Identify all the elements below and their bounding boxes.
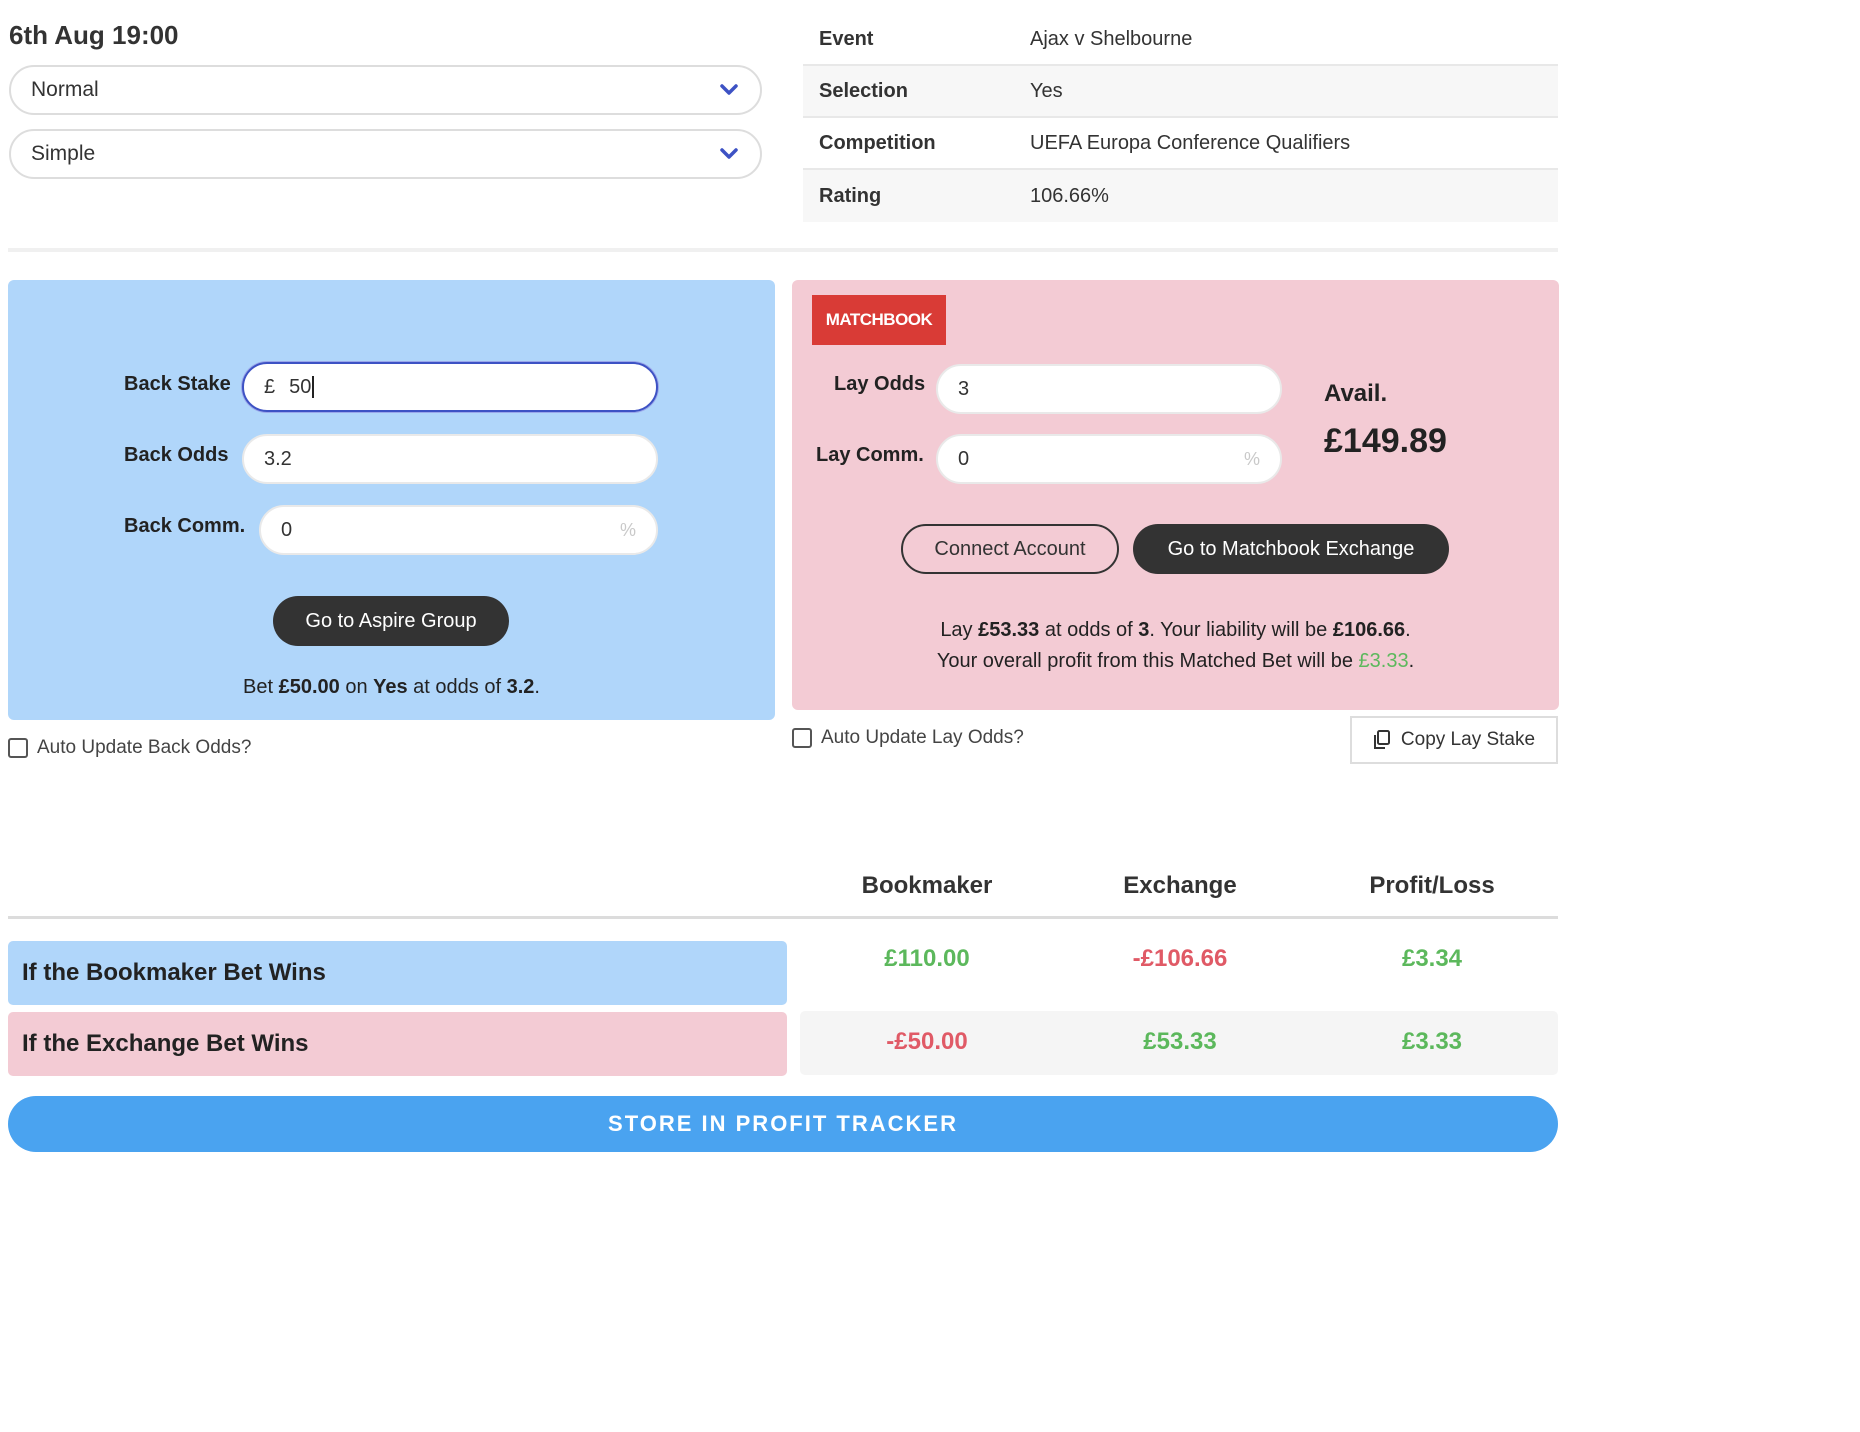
info-value: UEFA Europa Conference Qualifiers: [1030, 131, 1351, 154]
info-value: Ajax v Shelbourne: [1030, 27, 1193, 50]
percent-symbol: %: [619, 519, 636, 540]
section-divider: [8, 248, 1558, 252]
info-value: Yes: [1030, 79, 1063, 102]
event-info-table: Event Ajax v Shelbourne Selection Yes Co…: [803, 14, 1558, 222]
mode-select[interactable]: Normal: [9, 65, 762, 115]
lay-summary-line-1: Lay £53.33 at odds of 3. Your liability …: [792, 615, 1559, 646]
store-in-profit-tracker-button[interactable]: STORE IN PROFIT TRACKER: [8, 1096, 1558, 1152]
auto-update-back-label: Auto Update Back Odds?: [37, 737, 252, 758]
available-label: Avail.: [1324, 380, 1388, 407]
back-stake-input[interactable]: £ 50: [242, 362, 658, 412]
auto-update-lay-label: Auto Update Lay Odds?: [821, 727, 1024, 748]
info-row-rating: Rating 106.66%: [803, 170, 1558, 222]
result-profit-value: £3.34: [1401, 945, 1463, 972]
copy-lay-stake-label: Copy Lay Stake: [1400, 729, 1536, 750]
results-header-bookmaker: Bookmaker: [861, 872, 993, 899]
lay-bet-summary: Lay £53.33 at odds of 3. Your liability …: [792, 615, 1559, 677]
summary-text: .: [534, 676, 540, 698]
summary-text: Bet: [243, 676, 279, 698]
back-comm-input[interactable]: 0 %: [259, 505, 658, 555]
chevron-down-icon: [718, 143, 740, 165]
currency-symbol: £: [264, 375, 276, 398]
result-profit-value: £3.33: [1401, 1028, 1463, 1055]
go-to-bookmaker-button[interactable]: Go to Aspire Group: [273, 596, 509, 646]
summary-selection: Yes: [373, 676, 408, 698]
info-label: Event: [819, 27, 874, 50]
info-value: 106.66%: [1030, 184, 1109, 207]
back-stake-label: Back Stake: [124, 373, 231, 395]
back-stake-value: 50: [289, 375, 312, 398]
summary-profit: £3.33: [1358, 650, 1409, 672]
info-label: Rating: [819, 184, 882, 207]
type-select-value: Simple: [31, 142, 96, 165]
info-label: Selection: [819, 79, 908, 102]
summary-text: at odds of: [1039, 619, 1139, 641]
result-row-exchange-wins: If the Exchange Bet Wins: [8, 1012, 787, 1076]
auto-update-back-odds[interactable]: Auto Update Back Odds?: [8, 737, 251, 759]
lay-summary-line-2: Your overall profit from this Matched Be…: [792, 646, 1559, 677]
lay-odds-label: Lay Odds: [834, 373, 926, 395]
type-select[interactable]: Simple: [9, 129, 762, 179]
summary-text: at odds of: [407, 676, 507, 698]
available-liquidity: £149.89: [1324, 422, 1447, 460]
back-odds-input[interactable]: 3.2: [242, 434, 658, 484]
results-header-exchange: Exchange: [1123, 872, 1237, 899]
result-exchange-value: £53.33: [1143, 1028, 1217, 1055]
back-odds-value: 3.2: [264, 447, 292, 470]
info-row-event: Event Ajax v Shelbourne: [803, 14, 1558, 66]
matchbook-logo: MATCHBOOK: [812, 295, 946, 345]
chevron-down-icon: [718, 79, 740, 101]
summary-text: .: [1408, 650, 1415, 672]
text-caret: [312, 376, 315, 398]
result-exchange-value: -£106.66: [1132, 945, 1228, 972]
summary-odds: 3.2: [506, 676, 535, 698]
back-comm-value: 0: [281, 518, 293, 541]
result-bookmaker-value: £110.00: [884, 945, 970, 972]
result-bookmaker-value: -£50.00: [886, 1028, 968, 1055]
summary-text: Lay: [940, 619, 979, 641]
back-comm-label: Back Comm.: [124, 515, 246, 537]
summary-text: . Your liability will be: [1149, 619, 1333, 641]
summary-liability: £106.66: [1332, 619, 1406, 641]
auto-update-lay-odds[interactable]: Auto Update Lay Odds?: [792, 727, 1024, 749]
percent-symbol: %: [1243, 448, 1260, 469]
back-bet-panel: [8, 280, 775, 720]
info-row-competition: Competition UEFA Europa Conference Quali…: [803, 118, 1558, 170]
summary-text: .: [1405, 619, 1411, 641]
lay-comm-label: Lay Comm.: [816, 444, 924, 466]
auto-update-back-checkbox[interactable]: [8, 738, 28, 758]
copy-icon: [1373, 730, 1391, 750]
lay-odds-value: 3: [958, 377, 970, 400]
summary-text: Your overall profit from this Matched Be…: [936, 650, 1359, 672]
summary-text: on: [339, 676, 374, 698]
copy-lay-stake-button[interactable]: Copy Lay Stake: [1350, 716, 1558, 764]
summary-stake: £50.00: [278, 676, 340, 698]
results-divider: [8, 916, 1558, 919]
summary-odds: 3: [1138, 619, 1150, 641]
back-bet-summary: Bet £50.00 on Yes at odds of 3.2.: [8, 672, 775, 703]
mode-select-value: Normal: [31, 78, 99, 101]
lay-comm-input[interactable]: 0 %: [936, 434, 1282, 484]
back-odds-label: Back Odds: [124, 444, 229, 466]
event-datetime: 6th Aug 19:00: [9, 20, 179, 50]
auto-update-lay-checkbox[interactable]: [792, 728, 812, 748]
connect-account-button[interactable]: Connect Account: [901, 524, 1119, 574]
summary-lay-stake: £53.33: [978, 619, 1040, 641]
lay-odds-input[interactable]: 3: [936, 364, 1282, 414]
results-header-profit: Profit/Loss: [1369, 872, 1495, 899]
info-row-selection: Selection Yes: [803, 66, 1558, 118]
lay-comm-value: 0: [958, 447, 970, 470]
go-to-exchange-button[interactable]: Go to Matchbook Exchange: [1133, 524, 1449, 574]
info-label: Competition: [819, 131, 936, 154]
result-row-bookmaker-wins: If the Bookmaker Bet Wins: [8, 941, 787, 1005]
